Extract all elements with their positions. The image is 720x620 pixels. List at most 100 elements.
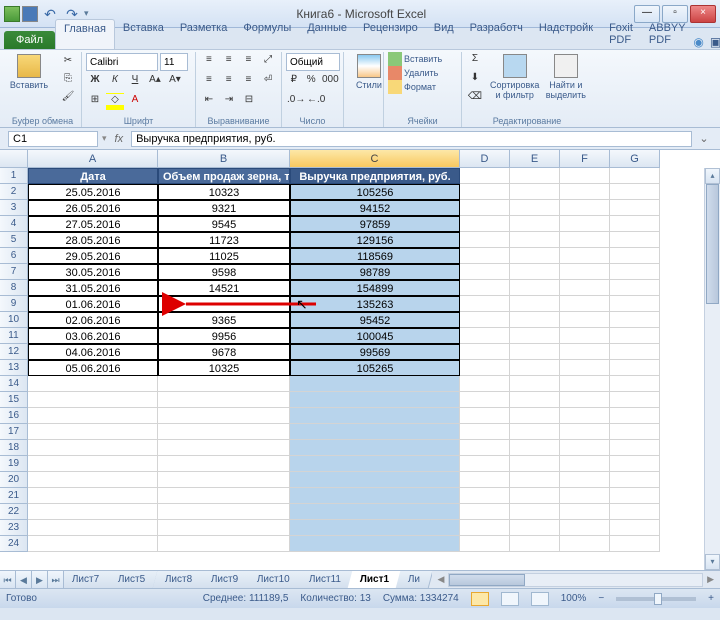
fill-icon[interactable]: ⬇ — [466, 71, 484, 89]
column-header[interactable]: E — [510, 150, 560, 168]
vertical-scrollbar[interactable]: ▴ ▾ — [704, 168, 720, 570]
close-button[interactable]: × — [690, 5, 716, 23]
sheet-tab[interactable]: Лист1 — [348, 571, 403, 588]
ribbon-tab[interactable]: ABBYY PDF — [641, 19, 694, 49]
cell[interactable] — [510, 376, 560, 392]
table-header-cell[interactable]: Выручка предприятия, руб. — [290, 168, 460, 184]
font-name-input[interactable] — [86, 53, 158, 71]
ribbon-tab[interactable]: Вставка — [115, 19, 172, 49]
cell[interactable] — [290, 392, 460, 408]
hscroll-left-icon[interactable]: ◀ — [438, 574, 445, 585]
zoom-in-icon[interactable]: + — [708, 593, 714, 604]
cell[interactable] — [28, 536, 158, 552]
cell[interactable] — [560, 200, 610, 216]
row-header[interactable]: 7 — [0, 264, 28, 280]
insert-cells-button[interactable]: Вставить — [388, 52, 442, 66]
italic-button[interactable]: К — [106, 73, 124, 91]
cell[interactable] — [28, 520, 158, 536]
cell[interactable]: 105256 — [290, 184, 460, 200]
ribbon-tab[interactable]: Формулы — [235, 19, 299, 49]
cell[interactable]: 14521 — [158, 280, 290, 296]
row-header[interactable]: 13 — [0, 360, 28, 376]
row-header[interactable]: 8 — [0, 280, 28, 296]
table-header-cell[interactable]: Объем продаж зерна, т — [158, 168, 290, 184]
cell[interactable] — [460, 520, 510, 536]
align-left-icon[interactable]: ≡ — [200, 73, 218, 91]
row-header[interactable]: 16 — [0, 408, 28, 424]
cell[interactable] — [560, 440, 610, 456]
cell[interactable]: 10323 — [158, 184, 290, 200]
cell[interactable] — [560, 408, 610, 424]
cell[interactable] — [158, 488, 290, 504]
cell[interactable] — [610, 248, 660, 264]
cell[interactable] — [158, 520, 290, 536]
cell[interactable] — [460, 264, 510, 280]
tab-last-icon[interactable]: ⏭ — [48, 571, 64, 588]
orientation-icon[interactable]: ⤢ — [259, 53, 277, 71]
cell[interactable] — [560, 264, 610, 280]
cell[interactable] — [610, 376, 660, 392]
clear-icon[interactable]: ⌫ — [466, 90, 484, 108]
row-header[interactable]: 5 — [0, 232, 28, 248]
increase-font-icon[interactable]: A▴ — [146, 73, 164, 91]
cell[interactable]: 05.06.2016 — [28, 360, 158, 376]
cell[interactable] — [610, 456, 660, 472]
view-normal-icon[interactable] — [471, 592, 489, 606]
cell[interactable]: 9365 — [158, 312, 290, 328]
cell[interactable] — [460, 344, 510, 360]
font-size-input[interactable] — [160, 53, 188, 71]
cell[interactable] — [460, 296, 510, 312]
cells-area[interactable]: ДатаОбъем продаж зерна, тВыручка предпри… — [28, 168, 660, 552]
cell[interactable]: 154899 — [290, 280, 460, 296]
ribbon-tab[interactable]: Вид — [426, 19, 462, 49]
cell[interactable] — [158, 504, 290, 520]
cell[interactable] — [460, 392, 510, 408]
row-header[interactable]: 23 — [0, 520, 28, 536]
number-format-input[interactable] — [286, 53, 340, 71]
cell[interactable]: 11025 — [158, 248, 290, 264]
cell[interactable] — [510, 536, 560, 552]
row-header[interactable]: 11 — [0, 328, 28, 344]
cell[interactable]: 01.06.2016 — [28, 296, 158, 312]
cell[interactable] — [460, 360, 510, 376]
cell[interactable] — [560, 344, 610, 360]
cell[interactable] — [510, 456, 560, 472]
view-page-layout-icon[interactable] — [501, 592, 519, 606]
autosum-icon[interactable]: Σ — [466, 52, 484, 70]
cell[interactable] — [158, 472, 290, 488]
cell[interactable] — [560, 376, 610, 392]
sort-filter-button[interactable]: Сортировка и фильтр — [490, 52, 540, 108]
cell[interactable] — [610, 312, 660, 328]
help-icon[interactable]: ◉ — [693, 35, 703, 49]
cell[interactable]: 100045 — [290, 328, 460, 344]
cell[interactable] — [610, 232, 660, 248]
cell[interactable]: 135263 — [290, 296, 460, 312]
cell[interactable] — [510, 312, 560, 328]
fill-color-button[interactable]: ◇ — [106, 93, 124, 111]
row-header[interactable]: 4 — [0, 216, 28, 232]
border-button[interactable]: ⊞ — [86, 93, 104, 111]
indent-increase-icon[interactable]: ⇥ — [220, 93, 238, 111]
cell[interactable] — [560, 424, 610, 440]
sheet-tab[interactable]: Лист8 — [152, 571, 205, 588]
sheet-tab[interactable]: Лист10 — [245, 571, 303, 588]
cell[interactable] — [510, 504, 560, 520]
tab-next-icon[interactable]: ▶ — [32, 571, 48, 588]
cell[interactable] — [610, 488, 660, 504]
cell[interactable] — [560, 536, 610, 552]
cell[interactable] — [510, 168, 560, 184]
cell[interactable] — [290, 424, 460, 440]
cell[interactable] — [28, 472, 158, 488]
cell[interactable] — [460, 504, 510, 520]
cell[interactable] — [510, 408, 560, 424]
cell[interactable] — [610, 200, 660, 216]
cell[interactable] — [460, 168, 510, 184]
cell[interactable] — [28, 424, 158, 440]
align-center-icon[interactable]: ≡ — [220, 73, 238, 91]
file-tab[interactable]: Файл — [4, 31, 55, 49]
cell[interactable]: 27.05.2016 — [28, 216, 158, 232]
cell[interactable] — [560, 296, 610, 312]
cell[interactable] — [158, 456, 290, 472]
cell[interactable] — [560, 168, 610, 184]
comma-icon[interactable]: 000 — [321, 73, 339, 91]
